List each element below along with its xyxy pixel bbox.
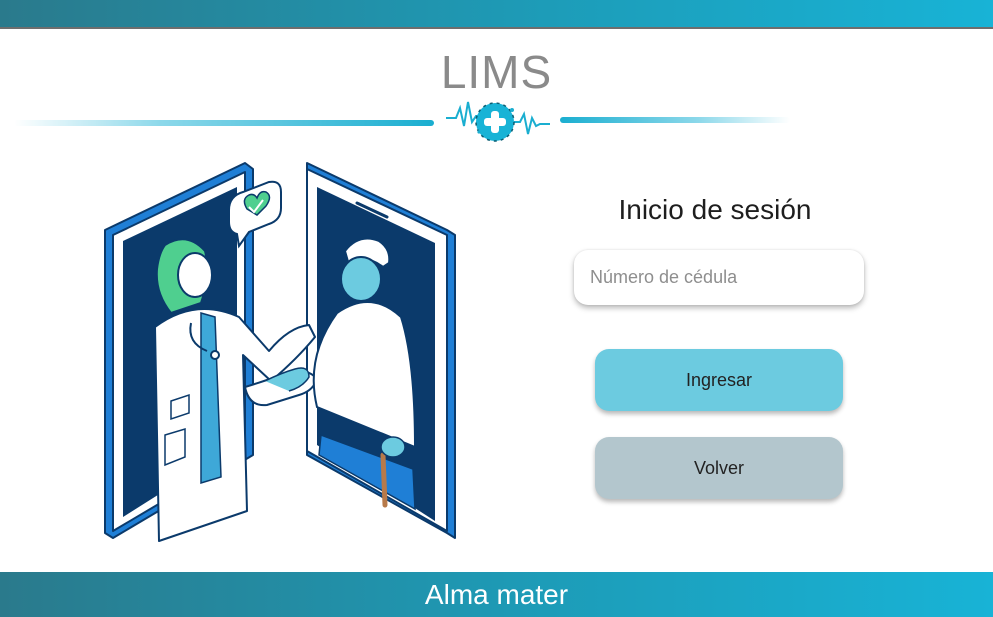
id-number-input[interactable]	[574, 250, 864, 305]
telemedicine-illustration	[104, 162, 456, 542]
footer-bar: Alma mater	[0, 572, 993, 617]
top-header-bar	[0, 0, 993, 29]
medical-cross-heartbeat-icon	[446, 101, 550, 142]
logo-divider-left	[14, 120, 434, 126]
back-button[interactable]: Volver	[595, 437, 843, 499]
logo-divider-right	[560, 117, 790, 123]
footer-text: Alma mater	[424, 579, 569, 610]
login-button[interactable]: Ingresar	[595, 349, 843, 411]
app-title: LIMS	[440, 46, 553, 98]
login-title: Inicio de sesión	[618, 194, 812, 225]
